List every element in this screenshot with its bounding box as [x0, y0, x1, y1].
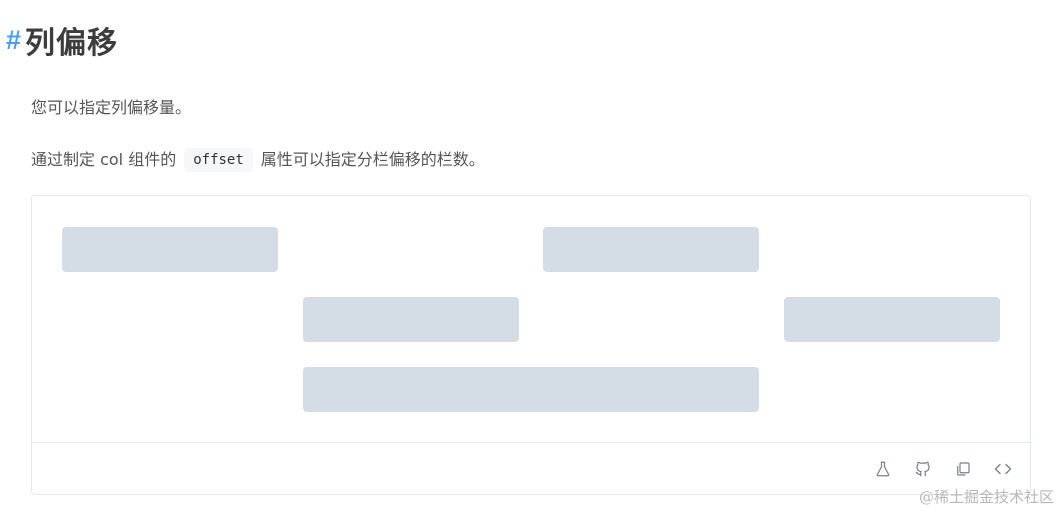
inline-code: offset: [184, 148, 253, 172]
demo-card: [31, 195, 1031, 495]
view-source-button[interactable]: [990, 456, 1016, 482]
description-before: 通过制定 col 组件的: [31, 150, 177, 169]
code-icon: [994, 463, 1012, 475]
playground-button[interactable]: [870, 456, 896, 482]
grid-col-block: [784, 297, 1000, 342]
grid-col-block: [303, 367, 759, 412]
copy-icon: [957, 462, 970, 476]
github-icon: [915, 461, 930, 477]
demo-toolbar: [870, 456, 1016, 482]
anchor-link[interactable]: #: [6, 25, 21, 56]
grid-col-block: [62, 227, 278, 272]
watermark: @稀土掘金技术社区: [918, 488, 1054, 506]
intro-text: 您可以指定列偏移量。: [31, 98, 192, 117]
description-after: 属性可以指定分栏偏移的栏数。: [260, 150, 485, 169]
grid-col-block: [543, 227, 759, 272]
demo-preview: [32, 196, 1030, 443]
section-heading: # 列偏移: [6, 18, 118, 62]
page-title: 列偏移: [25, 26, 119, 61]
copy-button[interactable]: [950, 456, 976, 482]
github-button[interactable]: [910, 456, 936, 482]
flask-icon: [876, 461, 890, 477]
grid-col-block: [303, 297, 519, 342]
description-text: 通过制定 col 组件的 offset 属性可以指定分栏偏移的栏数。: [31, 148, 485, 172]
